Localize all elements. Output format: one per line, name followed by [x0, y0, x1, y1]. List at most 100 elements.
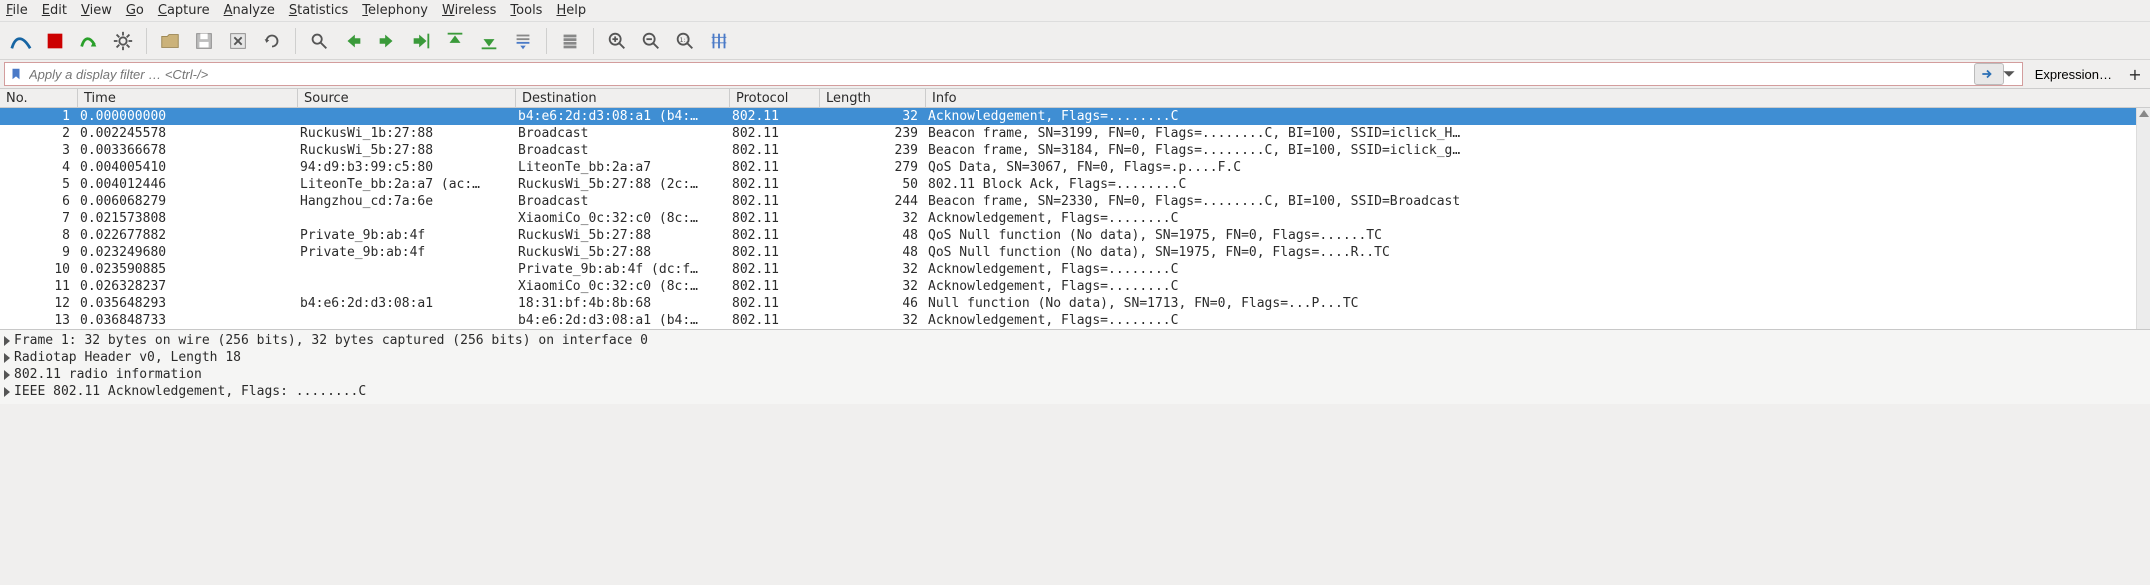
- column-header-source[interactable]: Source: [298, 89, 516, 108]
- detail-tree-item[interactable]: Radiotap Header v0, Length 18: [4, 349, 2146, 366]
- open-file-button[interactable]: [155, 26, 185, 56]
- reload-button[interactable]: [257, 26, 287, 56]
- cell-proto: 802.11: [730, 142, 820, 159]
- packet-row[interactable]: 10.000000000b4:e6:2d:d3:08:a1 (b4:…802.1…: [0, 108, 2150, 125]
- add-filter-button[interactable]: +: [2124, 63, 2146, 85]
- go-to-last-button[interactable]: [474, 26, 504, 56]
- column-header-destination[interactable]: Destination: [516, 89, 730, 108]
- cell-info: QoS Data, SN=3067, FN=0, Flags=.p....F.C: [926, 159, 2150, 176]
- find-button[interactable]: [304, 26, 334, 56]
- column-header-info[interactable]: Info: [926, 89, 2136, 108]
- go-to-first-button[interactable]: [440, 26, 470, 56]
- cell-len: 32: [820, 278, 926, 295]
- packet-row[interactable]: 70.021573808XiaomiCo_0c:32:c0 (8c:…802.1…: [0, 210, 2150, 227]
- capture-options-button[interactable]: [108, 26, 138, 56]
- restart-capture-button[interactable]: [74, 26, 104, 56]
- cell-time: 0.035648293: [78, 295, 298, 312]
- detail-tree-item[interactable]: 802.11 radio information: [4, 366, 2146, 383]
- cell-dest: LiteonTe_bb:2a:a7: [516, 159, 730, 176]
- cell-no: 13: [0, 312, 78, 329]
- cell-time: 0.036848733: [78, 312, 298, 329]
- packet-row[interactable]: 40.00400541094:d9:b3:99:c5:80LiteonTe_bb…: [0, 159, 2150, 176]
- cell-len: 48: [820, 244, 926, 261]
- expression-button[interactable]: Expression…: [2029, 63, 2118, 85]
- menu-tools[interactable]: Tools: [510, 3, 542, 18]
- zoom-reset-button[interactable]: 1:1: [670, 26, 700, 56]
- cell-no: 3: [0, 142, 78, 159]
- filter-history-dropdown[interactable]: [2004, 63, 2018, 85]
- cell-info: Acknowledgement, Flags=........C: [926, 108, 2150, 125]
- packet-row[interactable]: 90.023249680Private_9b:ab:4fRuckusWi_5b:…: [0, 244, 2150, 261]
- stop-capture-button[interactable]: [40, 26, 70, 56]
- cell-dest: Broadcast: [516, 142, 730, 159]
- cell-source: 94:d9:b3:99:c5:80: [298, 159, 516, 176]
- menu-bar: File Edit View Go Capture Analyze Statistics Te…: [0, 0, 2150, 22]
- detail-tree-item[interactable]: Frame 1: 32 bytes on wire (256 bits), 32…: [4, 332, 2146, 349]
- column-header-protocol[interactable]: Protocol: [730, 89, 820, 108]
- packet-row[interactable]: 60.006068279Hangzhou_cd:7a:6eBroadcast80…: [0, 193, 2150, 210]
- cell-source: LiteonTe_bb:2a:a7 (ac:…: [298, 176, 516, 193]
- display-filter-input[interactable]: [27, 66, 1974, 83]
- cell-source: Private_9b:ab:4f: [298, 244, 516, 261]
- scroll-up-icon[interactable]: [2139, 110, 2149, 117]
- menu-go[interactable]: Go: [126, 3, 144, 18]
- packet-row[interactable]: 100.023590885Private_9b:ab:4f (dc:f…802.…: [0, 261, 2150, 278]
- expand-icon[interactable]: [4, 336, 10, 346]
- zoom-in-button[interactable]: [602, 26, 632, 56]
- packet-row[interactable]: 120.035648293b4:e6:2d:d3:08:a118:31:bf:4…: [0, 295, 2150, 312]
- cell-dest: 18:31:bf:4b:8b:68: [516, 295, 730, 312]
- packet-row[interactable]: 80.022677882Private_9b:ab:4fRuckusWi_5b:…: [0, 227, 2150, 244]
- packet-row[interactable]: 30.003366678RuckusWi_5b:27:88Broadcast80…: [0, 142, 2150, 159]
- cell-no: 4: [0, 159, 78, 176]
- menu-edit[interactable]: Edit: [42, 3, 67, 18]
- expand-icon[interactable]: [4, 370, 10, 380]
- menu-help[interactable]: Help: [556, 3, 586, 18]
- cell-info: 802.11 Block Ack, Flags=........C: [926, 176, 2150, 193]
- cell-time: 0.023590885: [78, 261, 298, 278]
- expand-icon[interactable]: [4, 353, 10, 363]
- column-header-length[interactable]: Length: [820, 89, 926, 108]
- auto-scroll-button[interactable]: [508, 26, 538, 56]
- cell-source: b4:e6:2d:d3:08:a1: [298, 295, 516, 312]
- menu-telephony[interactable]: Telephony: [362, 3, 428, 18]
- menu-capture[interactable]: Capture: [158, 3, 210, 18]
- menu-statistics[interactable]: Statistics: [289, 3, 348, 18]
- menu-file[interactable]: File: [6, 3, 28, 18]
- cell-no: 12: [0, 295, 78, 312]
- zoom-out-button[interactable]: [636, 26, 666, 56]
- detail-tree-item[interactable]: IEEE 802.11 Acknowledgement, Flags: ....…: [4, 383, 2146, 400]
- colorize-button[interactable]: [555, 26, 585, 56]
- menu-analyze[interactable]: Analyze: [224, 3, 275, 18]
- cell-len: 239: [820, 125, 926, 142]
- cell-dest: XiaomiCo_0c:32:c0 (8c:…: [516, 210, 730, 227]
- save-file-button[interactable]: [189, 26, 219, 56]
- column-header-no[interactable]: No.: [0, 89, 78, 108]
- packet-row[interactable]: 20.002245578RuckusWi_1b:27:88Broadcast80…: [0, 125, 2150, 142]
- detail-text: 802.11 radio information: [14, 366, 202, 383]
- packet-list[interactable]: 10.000000000b4:e6:2d:d3:08:a1 (b4:…802.1…: [0, 108, 2150, 329]
- close-file-button[interactable]: [223, 26, 253, 56]
- go-forward-button[interactable]: [372, 26, 402, 56]
- menu-wireless[interactable]: Wireless: [442, 3, 496, 18]
- cell-source: [298, 261, 516, 278]
- scrollbar[interactable]: [2136, 108, 2150, 329]
- bookmark-icon[interactable]: [9, 67, 23, 81]
- apply-filter-button[interactable]: [1974, 63, 2004, 85]
- menu-view[interactable]: View: [81, 3, 112, 18]
- packet-row[interactable]: 50.004012446LiteonTe_bb:2a:a7 (ac:…Rucku…: [0, 176, 2150, 193]
- cell-source: Hangzhou_cd:7a:6e: [298, 193, 516, 210]
- cell-info: Beacon frame, SN=3184, FN=0, Flags=.....…: [926, 142, 2150, 159]
- cell-info: Acknowledgement, Flags=........C: [926, 312, 2150, 329]
- packet-row[interactable]: 130.036848733b4:e6:2d:d3:08:a1 (b4:…802.…: [0, 312, 2150, 329]
- cell-dest: b4:e6:2d:d3:08:a1 (b4:…: [516, 108, 730, 125]
- resize-columns-button[interactable]: [704, 26, 734, 56]
- go-back-button[interactable]: [338, 26, 368, 56]
- wireshark-logo-icon: [6, 26, 36, 56]
- packet-row[interactable]: 110.026328237XiaomiCo_0c:32:c0 (8c:…802.…: [0, 278, 2150, 295]
- cell-len: 279: [820, 159, 926, 176]
- cell-dest: Broadcast: [516, 125, 730, 142]
- column-header-time[interactable]: Time: [78, 89, 298, 108]
- expand-icon[interactable]: [4, 387, 10, 397]
- packet-details-pane[interactable]: Frame 1: 32 bytes on wire (256 bits), 32…: [0, 329, 2150, 404]
- go-to-packet-button[interactable]: [406, 26, 436, 56]
